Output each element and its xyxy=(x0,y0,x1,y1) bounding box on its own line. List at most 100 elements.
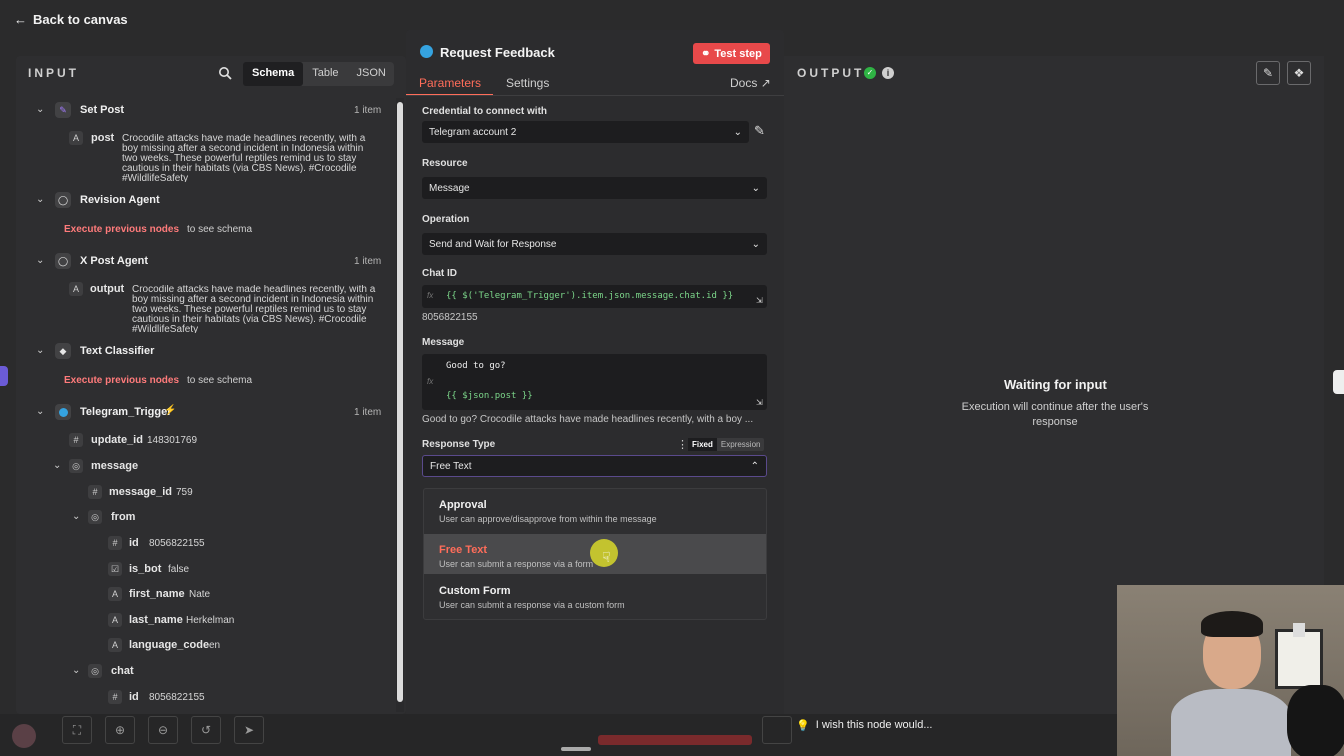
resource-label: Resource xyxy=(422,158,468,169)
option-title: Approval xyxy=(439,499,487,511)
chevron-down-icon[interactable]: ⌄ xyxy=(36,194,44,205)
chat-id-expression[interactable]: {{ $('Telegram_Trigger').item.json.messa… xyxy=(422,285,767,308)
telegram-icon xyxy=(420,45,433,58)
expand-icon[interactable]: ⇲ xyxy=(756,398,763,407)
chevron-down-icon[interactable]: ⌄ xyxy=(72,665,80,676)
undo-button[interactable]: ↺ xyxy=(191,716,221,744)
field-language-code[interactable]: language_code xyxy=(129,639,209,651)
fixed-toggle[interactable]: Fixed xyxy=(688,438,717,451)
webcam-overlay xyxy=(1117,585,1344,756)
test-step-button[interactable]: ⚭ Test step xyxy=(693,43,770,64)
operation-label: Operation xyxy=(422,214,470,225)
feedback-hint[interactable]: 💡 I wish this node would... xyxy=(796,719,933,732)
chevron-down-icon[interactable]: ⌄ xyxy=(36,406,44,417)
back-label: Back to canvas xyxy=(33,12,128,27)
info-icon[interactable]: i xyxy=(882,67,894,79)
execute-previous-nodes-link[interactable]: Execute previous nodes xyxy=(64,224,179,235)
pencil-icon: ✎ xyxy=(1262,66,1274,80)
drag-handle[interactable] xyxy=(561,747,591,751)
option-approval[interactable]: Approval User can approve/disapprove fro… xyxy=(424,489,766,529)
zoom-in-icon: ⊕ xyxy=(114,723,126,737)
pin-icon: ❖ xyxy=(1293,66,1305,80)
waiting-title: Waiting for input xyxy=(1004,377,1107,392)
field-output[interactable]: output xyxy=(90,283,124,295)
search-icon[interactable] xyxy=(218,66,232,80)
more-options-icon[interactable]: ⋮ xyxy=(677,438,688,451)
item-count: 1 item xyxy=(354,105,382,116)
tidy-button[interactable]: ➤ xyxy=(234,716,264,744)
field-output-value: Crocodile attacks have made headlines re… xyxy=(132,285,376,333)
tab-schema[interactable]: Schema xyxy=(243,62,304,86)
node-revision-agent[interactable]: Revision Agent xyxy=(80,194,160,206)
fx-icon: fx xyxy=(427,377,434,386)
avatar[interactable] xyxy=(12,724,36,748)
message-line-2: {{ $json.post }} xyxy=(446,391,533,401)
option-custom-form[interactable]: Custom Form User can submit a response v… xyxy=(424,575,766,615)
field-chat[interactable]: chat xyxy=(111,665,134,677)
zoom-in-button[interactable]: ⊕ xyxy=(105,716,135,744)
side-tab-handle[interactable] xyxy=(1333,370,1344,394)
expression-toggle[interactable]: Expression xyxy=(717,438,765,451)
field-update-id[interactable]: update_id xyxy=(91,434,143,446)
field-message-id[interactable]: message_id xyxy=(109,486,172,498)
edit-output-button[interactable]: ✎ xyxy=(1256,61,1280,85)
message-line-1: Good to go? xyxy=(446,361,506,371)
chevron-down-icon[interactable]: ⌄ xyxy=(72,511,80,522)
field-chat-id[interactable]: id xyxy=(129,691,139,703)
tab-settings[interactable]: Settings xyxy=(506,76,549,90)
resource-select[interactable]: Message ⌄ xyxy=(422,177,767,199)
lightning-icon: ⚡ xyxy=(164,405,177,416)
expand-icon[interactable]: ⇲ xyxy=(756,296,763,305)
back-to-canvas-button[interactable]: ← Back to canvas xyxy=(14,12,128,27)
pencil-icon: ✎ xyxy=(55,102,71,118)
toolbar-extra-button[interactable] xyxy=(762,716,792,744)
execute-previous-nodes-link[interactable]: Execute previous nodes xyxy=(64,375,179,386)
tab-json[interactable]: JSON xyxy=(348,62,395,86)
chevron-down-icon[interactable]: ⌄ xyxy=(53,460,61,471)
tab-parameters[interactable]: Parameters xyxy=(419,76,481,90)
execute-workflow-button[interactable] xyxy=(598,735,752,745)
object-type-icon: ◎ xyxy=(69,459,83,473)
fit-view-button[interactable]: ⛶ xyxy=(62,716,92,744)
field-is-bot[interactable]: is_bot xyxy=(129,563,161,575)
field-from[interactable]: from xyxy=(111,511,135,523)
modal-title[interactable]: Request Feedback xyxy=(440,45,555,60)
chevron-down-icon[interactable]: ⌄ xyxy=(36,104,44,115)
docs-link[interactable]: Docs ↗ xyxy=(730,76,771,90)
field-post[interactable]: post xyxy=(91,132,114,144)
node-text-classifier[interactable]: Text Classifier xyxy=(80,345,154,357)
item-count: 1 item xyxy=(354,407,382,418)
operation-select[interactable]: Send and Wait for Response ⌄ xyxy=(422,233,767,255)
field-first-name[interactable]: first_name xyxy=(129,588,185,600)
option-description: User can approve/disapprove from within … xyxy=(439,514,657,524)
field-message[interactable]: message xyxy=(91,460,138,472)
message-expression[interactable]: Good to go? {{ $json.post }} xyxy=(422,354,767,410)
node-set-post[interactable]: Set Post xyxy=(80,104,124,116)
zoom-out-button[interactable]: ⊖ xyxy=(148,716,178,744)
edit-credential-icon[interactable]: ✎ xyxy=(754,123,765,139)
chevron-up-icon: ⌃ xyxy=(750,460,759,472)
pin-data-button[interactable]: ❖ xyxy=(1287,61,1311,85)
string-type-icon: A xyxy=(69,282,83,296)
mode-toggle: Fixed Expression xyxy=(688,438,765,451)
node-telegram-trigger[interactable]: Telegram_Trigger xyxy=(80,406,172,418)
boolean-type-icon: ☑ xyxy=(108,562,122,576)
chevron-down-icon[interactable]: ⌄ xyxy=(36,255,44,266)
node-x-post-agent[interactable]: X Post Agent xyxy=(80,255,148,267)
message-preview: Good to go? Crocodile attacks have made … xyxy=(422,414,754,425)
scrollbar-thumb[interactable] xyxy=(397,102,403,702)
field-id[interactable]: id xyxy=(129,537,139,549)
credential-select[interactable]: Telegram account 2 ⌄ xyxy=(422,121,749,143)
chevron-down-icon[interactable]: ⌄ xyxy=(36,345,44,356)
side-tab-handle-left[interactable] xyxy=(0,366,8,386)
field-last-name[interactable]: last_name xyxy=(129,614,183,626)
waiting-subtitle: Execution will continue after the user's… xyxy=(961,401,1149,428)
tab-divider xyxy=(406,95,784,96)
undo-icon: ↺ xyxy=(200,723,212,737)
see-schema-text: to see schema xyxy=(187,224,253,235)
response-type-select[interactable]: Free Text ⌃ xyxy=(422,455,767,477)
field-first-name-value: Nate xyxy=(189,589,211,600)
external-link-icon: ↗ xyxy=(760,76,771,90)
tab-table[interactable]: Table xyxy=(303,62,347,86)
chat-id-result: 8056822155 xyxy=(422,312,478,323)
